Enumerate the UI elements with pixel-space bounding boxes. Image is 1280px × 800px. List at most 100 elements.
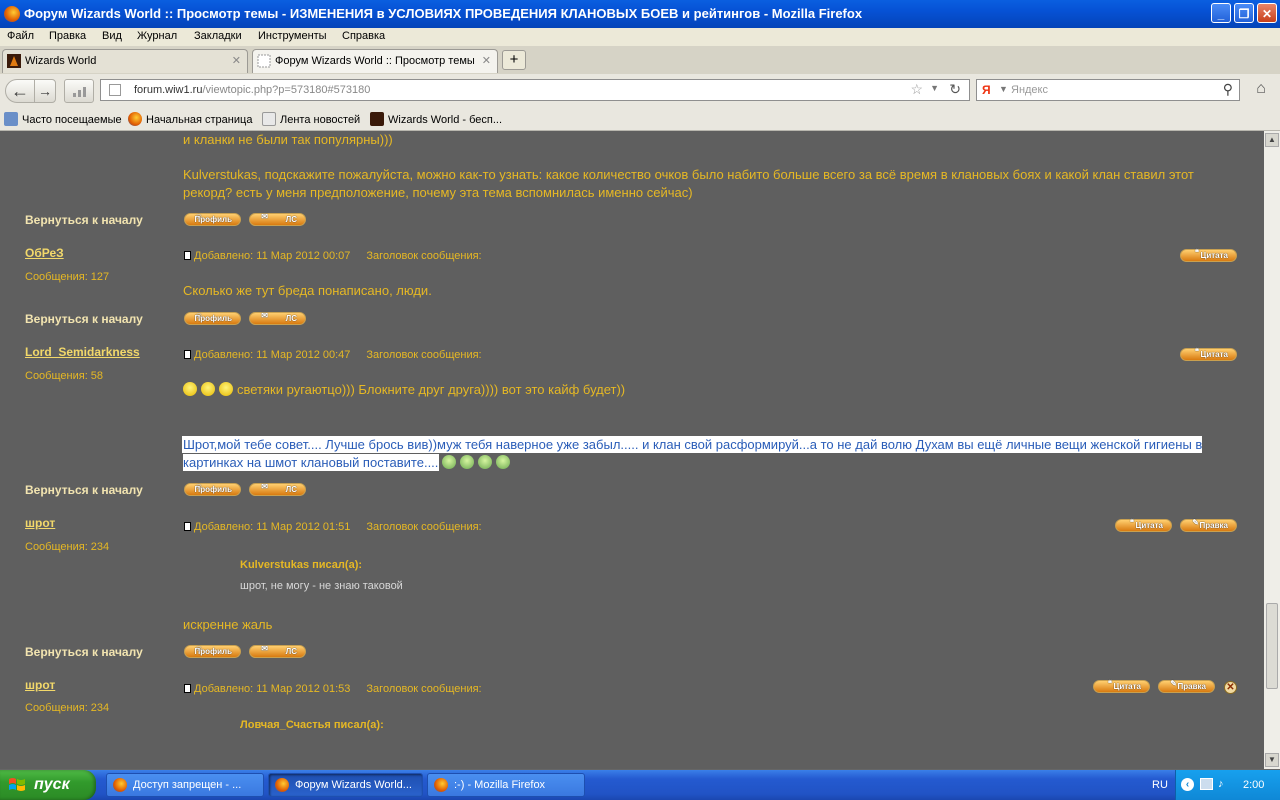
bookmark-star-icon[interactable]: ☆ <box>910 81 923 98</box>
scrollbar-thumb[interactable] <box>1266 603 1278 689</box>
post-doc-icon[interactable] <box>184 522 191 531</box>
windows-logo-icon <box>9 778 25 791</box>
menu-history[interactable]: Журнал <box>137 30 177 42</box>
back-button[interactable]: ← <box>5 79 35 103</box>
pm-button[interactable]: ✉ ЛС <box>249 311 306 325</box>
minimize-button[interactable]: _ <box>1211 3 1231 23</box>
post-text: светяки ругаютцо))) Блокните друг друга)… <box>183 381 625 399</box>
scroll-up-arrow-icon[interactable]: ▲ <box>1265 133 1279 147</box>
smiley-icon <box>442 455 457 469</box>
tab-forum[interactable]: Форум Wizards World :: Просмотр темы ...… <box>252 49 498 73</box>
back-to-top-link[interactable]: Вернуться к началу <box>25 312 143 326</box>
signal-button[interactable] <box>64 79 94 103</box>
tab-wizards-world[interactable]: Wizards World ✕ <box>2 49 248 73</box>
bookmarks-toolbar: Часто посещаемые Начальная страница Лент… <box>0 108 1280 131</box>
window-title: Форум Wizards World :: Просмотр темы - И… <box>24 6 863 21</box>
start-button[interactable]: пуск <box>0 770 96 800</box>
edit-button[interactable]: ✎ Правка <box>1180 518 1237 532</box>
bookmark-start-page[interactable]: Начальная страница <box>128 112 252 126</box>
forward-button[interactable]: → <box>34 79 56 103</box>
clock[interactable]: 2:00 <box>1243 779 1264 791</box>
language-indicator[interactable]: RU <box>1152 779 1168 791</box>
menu-bar: Файл Правка Вид Журнал Закладки Инструме… <box>0 28 1280 46</box>
bookmark-news-feed[interactable]: Лента новостей <box>262 112 360 126</box>
pm-button[interactable]: ✉ ЛС <box>249 482 306 496</box>
added-label: Добавлено: <box>194 521 254 533</box>
pm-icon: ✉ <box>261 482 268 491</box>
quote-button[interactable]: ❝ Цитата <box>1093 679 1150 693</box>
tab-close-icon[interactable]: ✕ <box>482 54 491 67</box>
added-label: Добавлено: <box>194 349 254 361</box>
quote-button[interactable]: ❝ Цитата <box>1180 248 1237 262</box>
search-icon[interactable]: ⚲ <box>1223 81 1233 98</box>
post-doc-icon[interactable] <box>184 684 191 693</box>
search-bar[interactable]: Я ▼ Яндекс ⚲ <box>976 79 1240 101</box>
edit-label: Правка <box>1177 682 1206 691</box>
quote-button[interactable]: ❝ Цитата <box>1180 347 1237 361</box>
delete-icon[interactable]: ✕ <box>1224 681 1237 694</box>
search-input[interactable]: Яндекс <box>1011 84 1048 96</box>
network-icon[interactable] <box>1200 778 1213 790</box>
pm-label: ЛС <box>285 314 297 323</box>
back-to-top-link[interactable]: Вернуться к началу <box>25 213 143 227</box>
smiley-icon <box>219 382 233 396</box>
profile-button[interactable]: ☺ Профиль <box>184 212 241 226</box>
post-author[interactable]: шрот <box>25 678 55 692</box>
pm-button[interactable]: ✉ ЛС <box>249 212 306 226</box>
page-content: и кланки не были так популярны))) Kulver… <box>0 131 1264 769</box>
home-button[interactable]: ⌂ <box>1248 80 1274 102</box>
bookmark-most-visited[interactable]: Часто посещаемые <box>4 112 122 126</box>
post-author[interactable]: шрот <box>25 516 55 530</box>
wizards-world-icon <box>370 112 384 126</box>
url-bar[interactable]: forum.wiw1.ru/viewtopic.php?p=573180#573… <box>100 79 970 101</box>
edit-label: Правка <box>1199 521 1228 530</box>
back-to-top-link[interactable]: Вернуться к началу <box>25 645 143 659</box>
quote-button[interactable]: ❝ Цитата <box>1115 518 1172 532</box>
quote-icon: ❝ <box>1107 679 1112 688</box>
back-arrow-icon: ← <box>11 81 29 101</box>
tab-label: Wizards World <box>25 55 97 67</box>
subject-label: Заголовок сообщения: <box>366 250 482 262</box>
profile-button[interactable]: ☺ Профиль <box>184 311 241 325</box>
pm-button[interactable]: ✉ ЛС <box>249 644 306 658</box>
taskbar-item-access-denied[interactable]: Доступ запрещен - ... <box>106 773 264 797</box>
post-doc-icon[interactable] <box>184 251 191 260</box>
yandex-icon[interactable]: Я <box>982 83 991 97</box>
menu-help[interactable]: Справка <box>342 30 385 42</box>
edit-button[interactable]: ✎ Правка <box>1158 679 1215 693</box>
taskbar-item-firefox[interactable]: :-) - Mozilla Firefox <box>427 773 585 797</box>
post-author[interactable]: Lord_Semidarkness <box>25 345 140 359</box>
profile-button[interactable]: ☺ Профиль <box>184 482 241 496</box>
menu-tools[interactable]: Инструменты <box>258 30 327 42</box>
scroll-down-arrow-icon[interactable]: ▼ <box>1265 753 1279 767</box>
url-host: forum.wiw1.ru <box>134 84 203 96</box>
new-tab-button[interactable]: + <box>502 50 526 70</box>
quote-label: Цитата <box>1113 682 1142 691</box>
home-icon: ⌂ <box>1256 80 1266 97</box>
tray-expand-icon[interactable]: ‹ <box>1181 778 1194 791</box>
maximize-button[interactable]: ❐ <box>1234 3 1254 23</box>
menu-view[interactable]: Вид <box>102 30 122 42</box>
selected-post-text: Шрот,мой тебе совет.... Лучше брось вив)… <box>183 436 1223 472</box>
vertical-scrollbar[interactable]: ▲ ▼ <box>1264 131 1280 769</box>
back-to-top-link[interactable]: Вернуться к началу <box>25 483 143 497</box>
close-button[interactable]: ✕ <box>1257 3 1277 23</box>
pm-label: ЛС <box>285 485 297 494</box>
history-dropdown-icon[interactable]: ▼ <box>930 83 939 93</box>
url-text[interactable]: forum.wiw1.ru/viewtopic.php?p=573180#573… <box>134 84 370 96</box>
window-title-bar[interactable]: Форум Wizards World :: Просмотр темы - И… <box>0 0 1280 28</box>
post-body: светяки ругаютцо))) Блокните друг друга)… <box>237 382 626 397</box>
menu-file[interactable]: Файл <box>7 30 34 42</box>
site-identity-icon[interactable] <box>109 84 121 96</box>
taskbar-item-forum[interactable]: Форум Wizards World... <box>268 773 423 797</box>
post-doc-icon[interactable] <box>184 350 191 359</box>
menu-bookmarks[interactable]: Закладки <box>194 30 242 42</box>
profile-button[interactable]: ☺ Профиль <box>184 644 241 658</box>
reload-icon[interactable]: ↻ <box>949 81 961 98</box>
tab-close-icon[interactable]: ✕ <box>232 54 241 67</box>
post-author[interactable]: ОбРеЗ <box>25 246 64 260</box>
volume-icon[interactable]: ♪ <box>1218 778 1230 790</box>
engine-dropdown-icon[interactable]: ▼ <box>999 84 1008 94</box>
bookmark-wizards-world[interactable]: Wizards World - бесп... <box>370 112 502 126</box>
menu-edit[interactable]: Правка <box>49 30 86 42</box>
